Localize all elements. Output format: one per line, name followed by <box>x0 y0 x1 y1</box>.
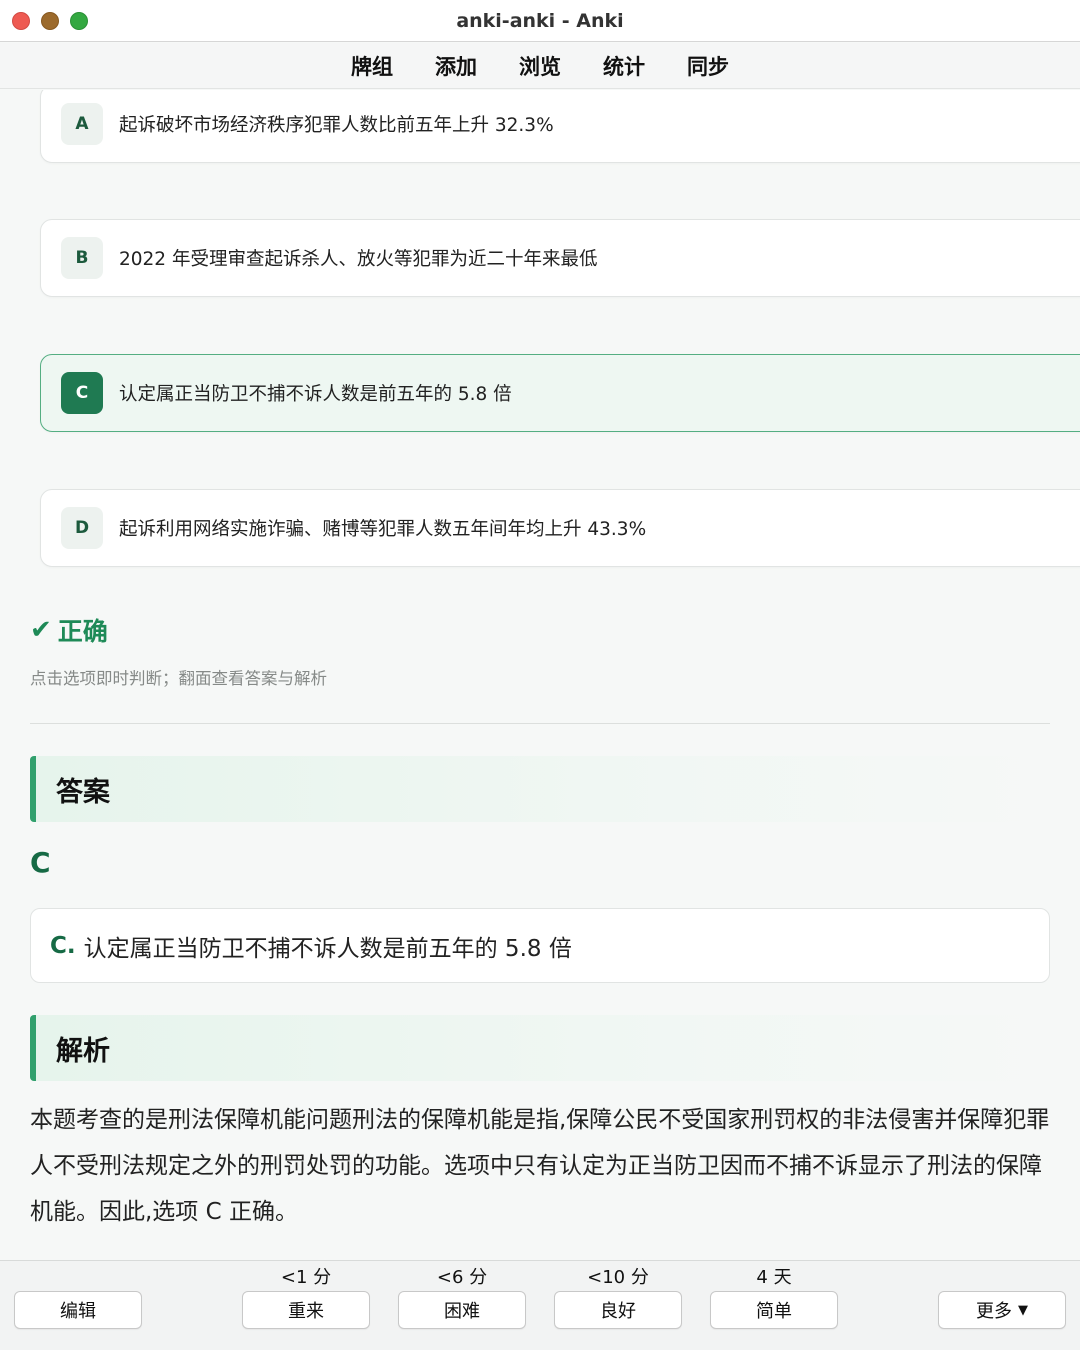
option-letter: D <box>61 507 103 549</box>
option-d[interactable]: D 起诉利用网络实施诈骗、赌博等犯罪人数五年间年均上升 43.3% <box>40 489 1080 567</box>
option-letter: B <box>61 237 103 279</box>
option-text: 2022 年受理审查起诉杀人、放火等犯罪为近二十年来最低 <box>119 249 598 270</box>
card-content: A 起诉破坏市场经济秩序犯罪人数比前五年上升 32.3% B 2022 年受理审… <box>0 90 1080 1260</box>
option-letter: A <box>61 103 103 145</box>
review-bottom-bar: 编辑 <1 分 重来 <6 分 困难 <10 分 良好 4 天 简单 更多 ▼ <box>0 1260 1080 1350</box>
interval-good: <10 分 <box>587 1267 649 1288</box>
toolbar-decks[interactable]: 牌组 <box>351 51 393 81</box>
check-icon: ✔ <box>30 615 52 645</box>
window-title: anki-anki - Anki <box>456 9 624 32</box>
result-text: 正确 <box>57 617 108 646</box>
analysis-text: 本题考查的是刑法保障机能问题刑法的保障机能是指,保障公民不受国家刑罚权的非法侵害… <box>30 1107 1050 1225</box>
answer-text: 认定属正当防卫不捕不诉人数是前五年的 5.8 倍 <box>83 935 572 962</box>
interval-easy: 4 天 <box>756 1267 792 1288</box>
window-controls <box>12 12 88 30</box>
answer-box: C. 认定属正当防卫不捕不诉人数是前五年的 5.8 倍 <box>30 908 1050 983</box>
toolbar-add[interactable]: 添加 <box>435 51 477 81</box>
option-b[interactable]: B 2022 年受理审查起诉杀人、放火等犯罪为近二十年来最低 <box>40 219 1080 297</box>
toolbar-stats[interactable]: 统计 <box>603 51 645 81</box>
answer-prefix: C. <box>50 932 76 959</box>
close-window-button[interactable] <box>12 12 30 30</box>
toolbar-sync[interactable]: 同步 <box>687 51 729 81</box>
option-c[interactable]: C 认定属正当防卫不捕不诉人数是前五年的 5.8 倍 <box>40 354 1080 432</box>
main-toolbar: 牌组 添加 浏览 统计 同步 <box>0 43 1080 89</box>
toolbar-browse[interactable]: 浏览 <box>519 51 561 81</box>
option-text: 认定属正当防卫不捕不诉人数是前五年的 5.8 倍 <box>119 384 512 405</box>
edit-button[interactable]: 编辑 <box>14 1291 142 1329</box>
option-text: 起诉利用网络实施诈骗、赌博等犯罪人数五年间年均上升 43.3% <box>119 519 647 540</box>
more-label: 更多 <box>976 1301 1012 1322</box>
window-titlebar: anki-anki - Anki <box>0 0 1080 42</box>
option-text: 起诉破坏市场经济秩序犯罪人数比前五年上升 32.3% <box>119 115 554 136</box>
result-status: ✔ 正确 <box>30 612 108 648</box>
interval-hard: <6 分 <box>436 1267 488 1288</box>
divider <box>30 723 1050 724</box>
answer-heading: 答案 <box>30 756 1050 822</box>
more-button[interactable]: 更多 ▼ <box>938 1291 1066 1329</box>
hard-button[interactable]: 困难 <box>398 1291 526 1329</box>
interval-again: <1 分 <box>280 1267 332 1288</box>
hint-text: 点击选项即时判断；翻面查看答案与解析 <box>30 669 327 688</box>
caret-down-icon: ▼ <box>1018 1302 1028 1318</box>
analysis-heading: 解析 <box>30 1015 1050 1081</box>
good-button[interactable]: 良好 <box>554 1291 682 1329</box>
option-a[interactable]: A 起诉破坏市场经济秩序犯罪人数比前五年上升 32.3% <box>40 90 1080 163</box>
again-button[interactable]: 重来 <box>242 1291 370 1329</box>
answer-letter: C <box>30 846 51 879</box>
maximize-window-button[interactable] <box>70 12 88 30</box>
easy-button[interactable]: 简单 <box>710 1291 838 1329</box>
option-letter: C <box>61 372 103 414</box>
minimize-window-button[interactable] <box>41 12 59 30</box>
